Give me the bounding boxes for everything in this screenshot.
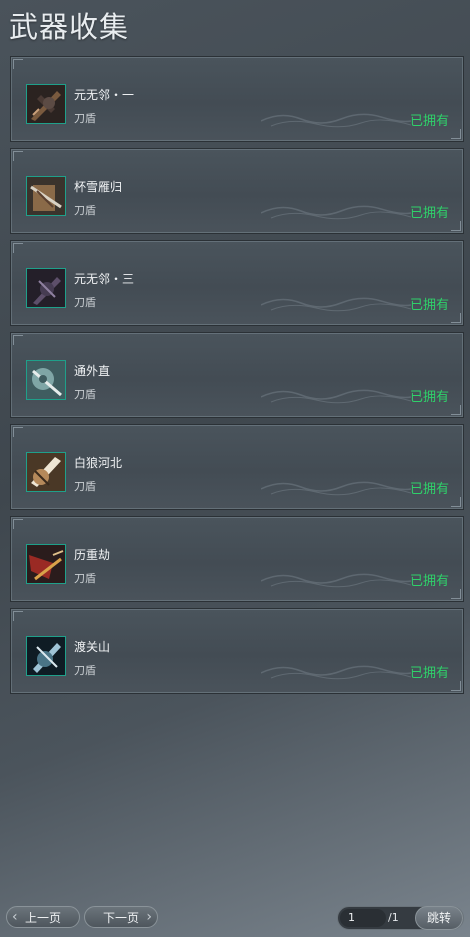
chevron-right-icon: › [146, 909, 152, 925]
wave-decoration [261, 113, 411, 128]
jump-button[interactable]: 跳转 [415, 906, 463, 930]
owned-status: 已拥有 [409, 482, 449, 497]
weapon-yuan-wu-lin-3-icon [26, 268, 66, 308]
weapon-name: 通外直 [74, 364, 111, 378]
weapon-bai-lang-he-bei-icon [26, 452, 66, 492]
weapon-type: 刀盾 [74, 296, 96, 309]
wave-decoration [261, 665, 411, 680]
weapon-card[interactable]: 元无邻・一 刀盾 已拥有 [10, 56, 464, 142]
weapon-type: 刀盾 [74, 572, 96, 585]
prev-page-button[interactable]: ‹ 上一页 [6, 906, 80, 928]
wave-decoration [261, 481, 411, 496]
chevron-left-icon: ‹ [12, 909, 18, 925]
weapon-name: 杯雪雁归 [74, 180, 123, 194]
weapon-card[interactable]: 白狼河北 刀盾 已拥有 [10, 424, 464, 510]
weapon-name: 元无邻・一 [74, 88, 135, 102]
wave-decoration [261, 389, 411, 404]
owned-status: 已拥有 [409, 206, 449, 221]
next-page-label: 下一页 [102, 910, 139, 925]
weapon-type: 刀盾 [74, 112, 96, 125]
owned-status: 已拥有 [409, 574, 449, 589]
wave-decoration [261, 573, 411, 588]
weapon-type: 刀盾 [74, 664, 96, 677]
next-page-button[interactable]: 下一页 › [84, 906, 158, 928]
weapon-type: 刀盾 [74, 388, 96, 401]
weapon-name: 渡关山 [74, 640, 111, 654]
weapon-card[interactable]: 历重劫 刀盾 已拥有 [10, 516, 464, 602]
owned-status: 已拥有 [409, 666, 449, 681]
weapon-card[interactable]: 杯雪雁归 刀盾 已拥有 [10, 148, 464, 234]
weapon-yuan-wu-lin-1-icon [26, 84, 66, 124]
page-jump-control: 1 /1 跳转 [337, 906, 464, 930]
total-pages: /1 [388, 911, 399, 924]
wave-decoration [261, 205, 411, 220]
prev-page-label: 上一页 [24, 910, 61, 925]
weapon-list: 元无邻・一 刀盾 已拥有 杯雪雁归 刀盾 已拥有 元无邻・三 刀盾 已拥有 通外… [10, 56, 464, 700]
weapon-du-guan-shan-icon [26, 636, 66, 676]
weapon-name: 元无邻・三 [74, 272, 135, 286]
weapon-name: 白狼河北 [74, 456, 123, 470]
weapon-card[interactable]: 通外直 刀盾 已拥有 [10, 332, 464, 418]
weapon-type: 刀盾 [74, 480, 96, 493]
weapon-card[interactable]: 渡关山 刀盾 已拥有 [10, 608, 464, 694]
weapon-type: 刀盾 [74, 204, 96, 217]
weapon-tong-wai-zhi-icon [26, 360, 66, 400]
page-title: 武器收集 [9, 10, 130, 44]
weapon-li-zhong-jie-icon [26, 544, 66, 584]
owned-status: 已拥有 [409, 298, 449, 313]
weapon-card[interactable]: 元无邻・三 刀盾 已拥有 [10, 240, 464, 326]
page-number-input[interactable]: 1 [340, 909, 386, 927]
weapon-bei-xue-yan-gui-icon [26, 176, 66, 216]
owned-status: 已拥有 [409, 114, 449, 129]
owned-status: 已拥有 [409, 390, 449, 405]
weapon-name: 历重劫 [74, 548, 111, 562]
wave-decoration [261, 297, 411, 312]
